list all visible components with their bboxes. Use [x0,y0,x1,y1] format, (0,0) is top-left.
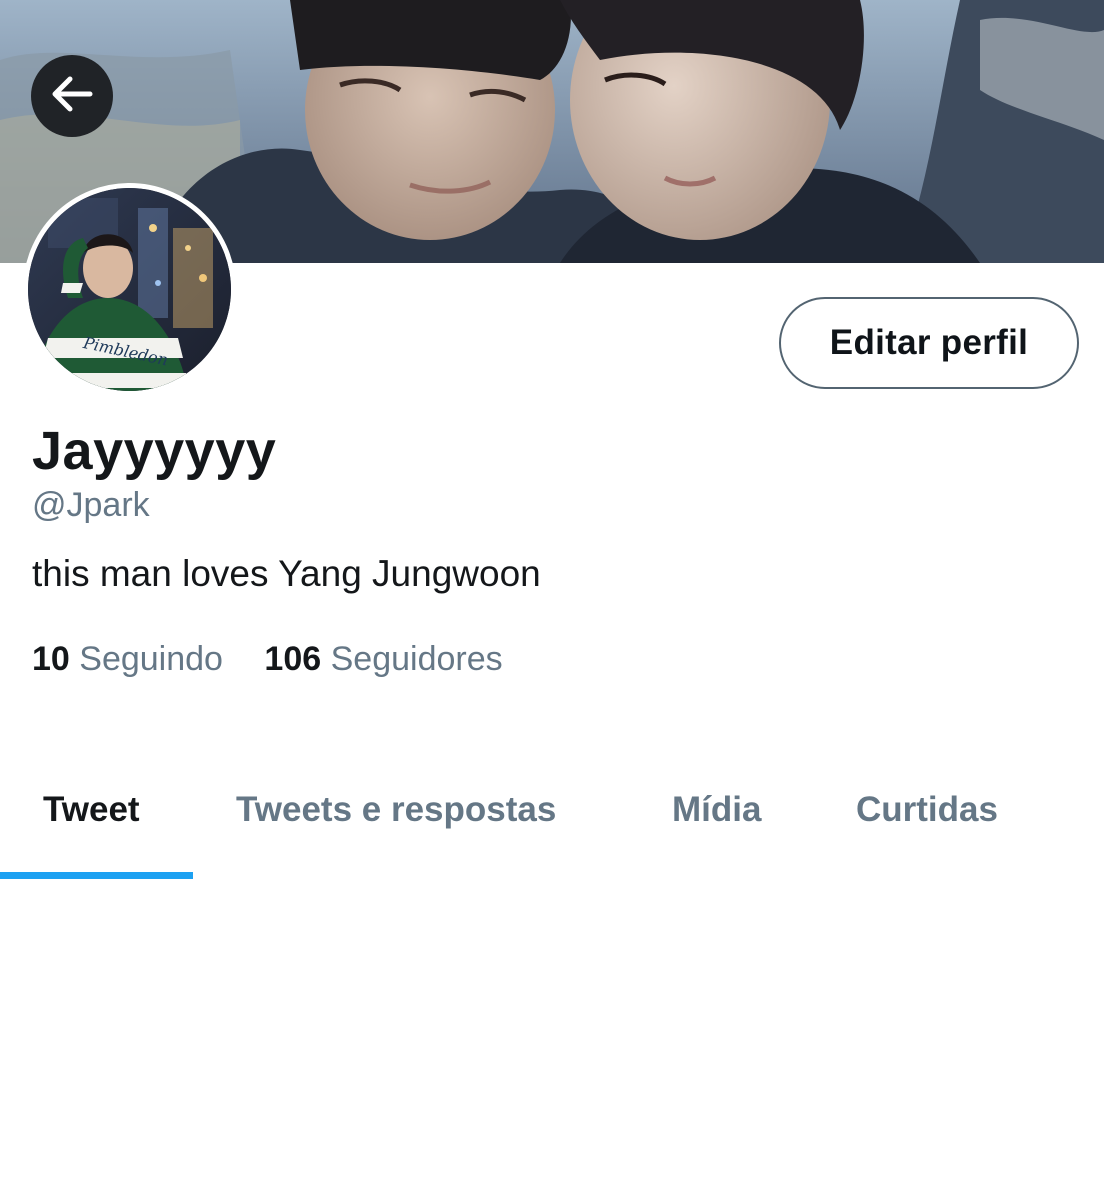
followers-label: Seguidores [330,640,503,678]
user-handle: @Jpark [32,486,150,524]
profile-bio: this man loves Yang Jungwoon [32,553,541,594]
back-button[interactable] [31,55,113,137]
following-stat[interactable]: 10 Seguindo [32,640,223,679]
followers-stat[interactable]: 106 Seguidores [264,640,502,679]
edit-profile-button[interactable]: Editar perfil [779,297,1079,389]
profile-page: Pimbledon Editar perfil Jayyyyyy @Jpark … [0,0,1104,1200]
arrow-left-icon [50,72,94,121]
active-tab-indicator [0,872,193,879]
following-label: Seguindo [79,640,223,678]
tab-tweets-replies[interactable]: Tweets e respostas [236,790,556,830]
profile-tabs: Tweet Tweets e respostas Mídia Curtidas [0,770,1104,880]
following-count: 10 [32,640,70,678]
tab-likes[interactable]: Curtidas [856,790,998,830]
tab-tweet[interactable]: Tweet [43,790,140,830]
followers-count: 106 [264,640,322,678]
display-name: Jayyyyyy [32,421,277,481]
follow-stats: 10 Seguindo 106 Seguidores [32,640,503,679]
tab-media[interactable]: Mídia [672,790,761,830]
avatar[interactable]: Pimbledon [23,183,236,396]
